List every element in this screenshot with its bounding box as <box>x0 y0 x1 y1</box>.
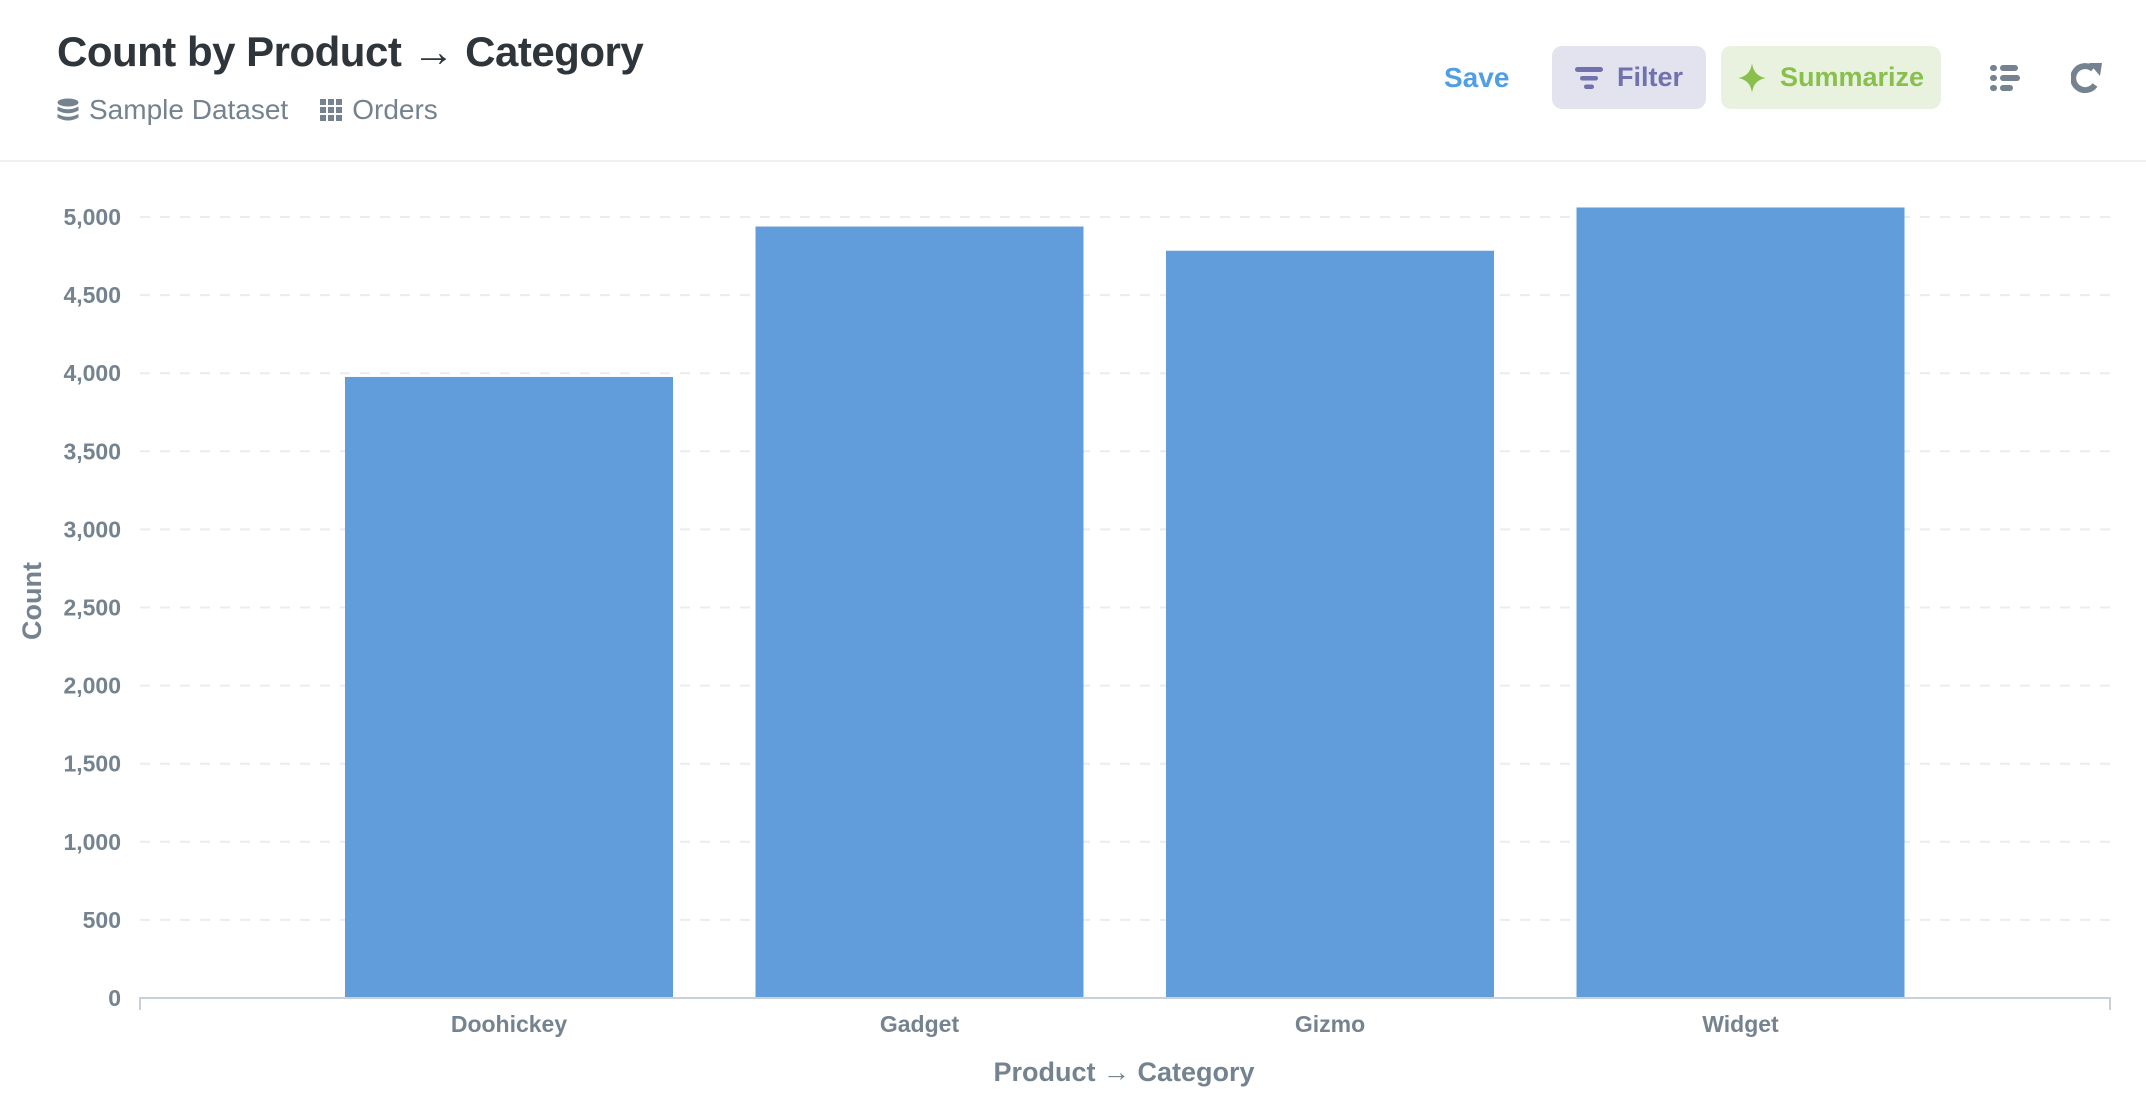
question-header: Count by Product → Category Sample Datas… <box>0 0 2146 162</box>
y-tick-label: 500 <box>83 907 121 933</box>
x-axis-title: Product → Category <box>993 1057 1254 1087</box>
x-tick-label: Gadget <box>880 1011 960 1037</box>
y-tick-label: 4,500 <box>63 282 121 308</box>
filter-icon <box>1574 66 1603 89</box>
y-tick-label: 1,500 <box>63 751 121 777</box>
summarize-button[interactable]: Summarize <box>1721 46 1941 109</box>
sparkle-icon <box>1737 62 1766 93</box>
y-tick-label: 3,000 <box>63 516 121 542</box>
bar-gizmo[interactable] <box>1166 250 1494 998</box>
bar-widget[interactable] <box>1576 207 1905 998</box>
refresh-button[interactable] <box>2067 58 2107 98</box>
y-axis-ticks: 0 500 1,000 1,500 2,000 2,500 3,000 3,500 4,000 4… <box>63 204 121 1011</box>
summarize-label: Summarize <box>1779 62 1925 92</box>
y-axis-title: Count <box>17 562 47 640</box>
bar-doohickey[interactable] <box>345 376 673 998</box>
y-tick-label: 3,500 <box>63 438 121 464</box>
y-tick-label: 2,000 <box>63 673 121 699</box>
x-axis-line <box>139 997 2111 1010</box>
x-axis <box>139 997 2111 1010</box>
bars <box>345 207 1905 998</box>
bar-chart: 0 500 1,000 1,500 2,000 2,500 3,000 3,500 4,000 4… <box>17 204 2111 1087</box>
x-tick-label: Doohickey <box>451 1011 568 1037</box>
x-tick-label: Gizmo <box>1295 1011 1365 1037</box>
y-tick-label: 2,500 <box>63 595 121 621</box>
save-button[interactable]: Save <box>1444 46 1509 109</box>
list-icon <box>1990 65 2020 91</box>
y-tick-label: 4,000 <box>63 360 121 386</box>
toggle-list-button[interactable] <box>1985 58 2025 98</box>
filter-button[interactable]: Filter <box>1552 46 1706 109</box>
y-tick-label: 5,000 <box>63 204 121 230</box>
refresh-icon <box>2071 63 2102 94</box>
y-tick-label: 1,000 <box>63 829 121 855</box>
y-tick-label: 0 <box>108 985 121 1011</box>
bar-gadget[interactable] <box>755 226 1084 998</box>
filter-label: Filter <box>1616 62 1683 92</box>
x-axis-ticks: Doohickey Gadget Gizmo Widget <box>451 1011 1779 1037</box>
toolbar: Save Filter Summarize <box>0 46 2146 109</box>
x-tick-label: Widget <box>1702 1011 1779 1037</box>
